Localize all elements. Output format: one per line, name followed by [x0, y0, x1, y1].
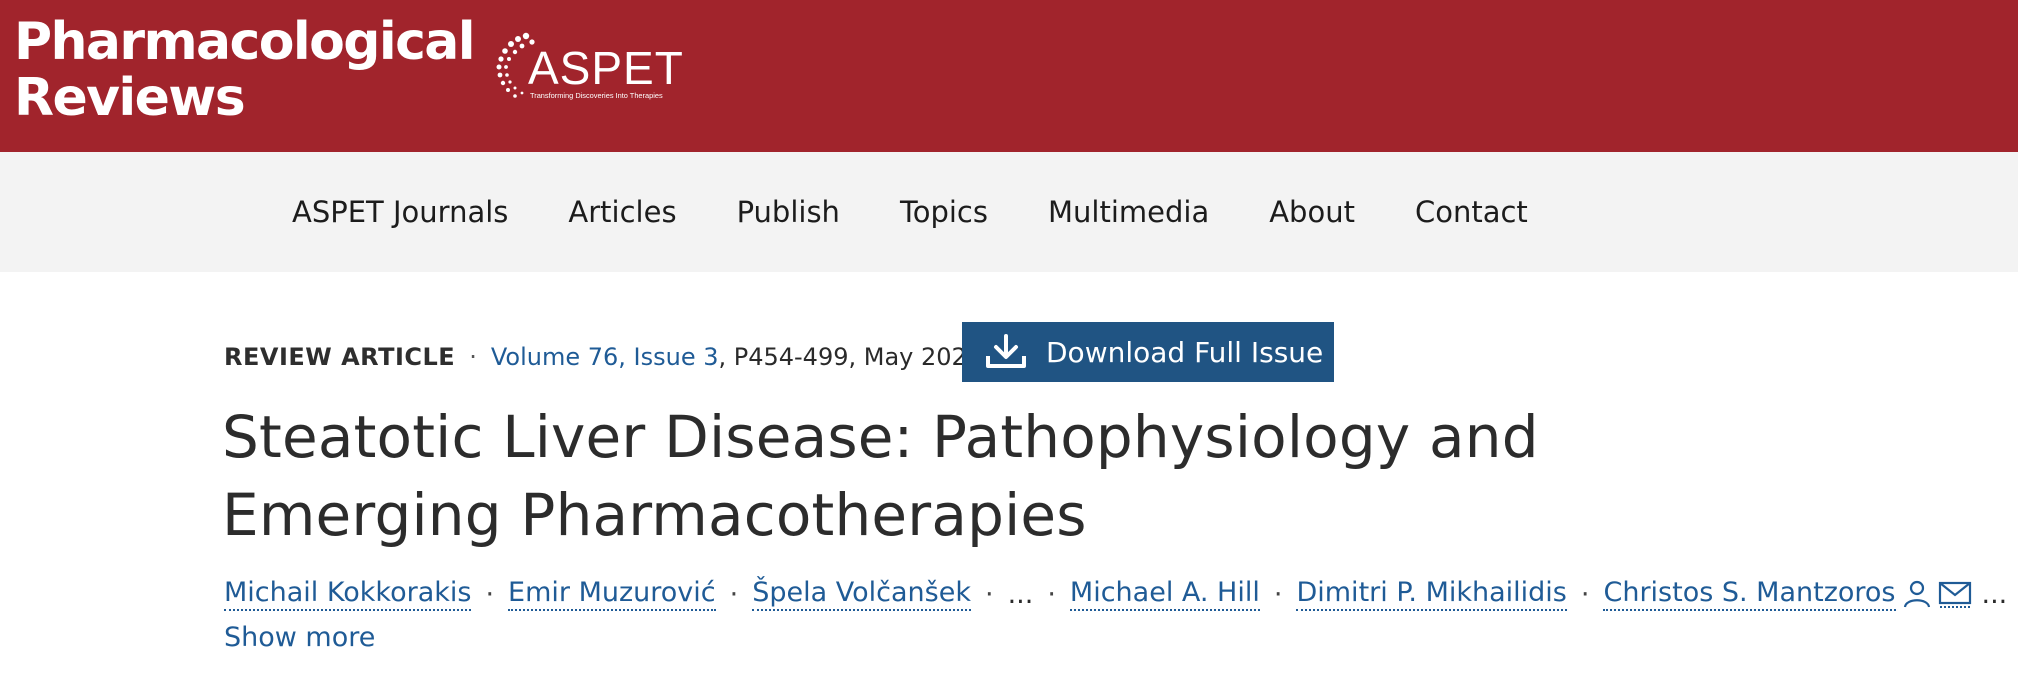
article-type-label: REVIEW ARTICLE [224, 343, 456, 371]
meta-separator: · [469, 343, 477, 371]
download-icon [986, 334, 1026, 368]
aspet-logo[interactable]: ASPET Transforming Discoveries Into Ther… [492, 26, 712, 110]
author-separator: · [1273, 578, 1283, 610]
mail-icon[interactable] [1938, 579, 1972, 609]
author-separator: · [984, 578, 994, 610]
author-link[interactable]: Špela Volčanšek [752, 577, 971, 611]
author-separator: · [1580, 578, 1590, 610]
article-meta: REVIEW ARTICLE · Volume 76, Issue 3 , P4… [224, 322, 982, 392]
article-title: Steatotic Liver Disease: Pathophysiology… [222, 403, 1539, 549]
corresponding-author-link[interactable]: Christos S. Mantzoros [1603, 577, 1896, 611]
nav-item-about[interactable]: About [1239, 152, 1385, 272]
nav-item-topics[interactable]: Topics [870, 152, 1018, 272]
nav-item-multimedia[interactable]: Multimedia [1018, 152, 1239, 272]
main-nav: ASPET Journals Articles Publish Topics M… [0, 152, 2018, 272]
aspet-logo-tagline: Transforming Discoveries Into Therapies [530, 91, 663, 100]
nav-item-publish[interactable]: Publish [707, 152, 870, 272]
author-link[interactable]: Emir Muzurović [508, 577, 716, 611]
author-separator: · [1047, 578, 1056, 610]
site-header: Pharmacological Reviews ASPET Transformi… [0, 0, 2018, 152]
download-button-label: Download Full Issue [1046, 335, 1324, 369]
show-more-authors-link[interactable]: Show more [224, 622, 375, 653]
author-list: Michail Kokkorakis · Emir Muzurović · Šp… [224, 572, 2007, 616]
author-link[interactable]: Michael A. Hill [1069, 577, 1260, 611]
nav-list: ASPET Journals Articles Publish Topics M… [262, 152, 1558, 272]
aspet-logo-text: ASPET [528, 42, 684, 94]
nav-item-aspet-journals[interactable]: ASPET Journals [262, 152, 538, 272]
more-authors-ellipsis: ... [1981, 578, 2008, 610]
journal-title[interactable]: Pharmacological Reviews [14, 14, 476, 126]
author-separator: · [485, 578, 495, 610]
author-link[interactable]: Dimitri P. Mikhailidis [1296, 577, 1567, 611]
pages-date: , P454-499, May 2024 [718, 343, 983, 371]
nav-item-articles[interactable]: Articles [538, 152, 706, 272]
person-icon [1903, 580, 1930, 608]
nav-item-contact[interactable]: Contact [1385, 152, 1558, 272]
author-link[interactable]: Michail Kokkorakis [224, 577, 472, 611]
collapsed-authors-ellipsis[interactable]: ... [1008, 579, 1034, 610]
volume-issue-link[interactable]: Volume 76, Issue 3 [491, 343, 719, 371]
author-separator: · [729, 578, 739, 610]
download-full-issue-button[interactable]: Download Full Issue [962, 322, 1334, 382]
